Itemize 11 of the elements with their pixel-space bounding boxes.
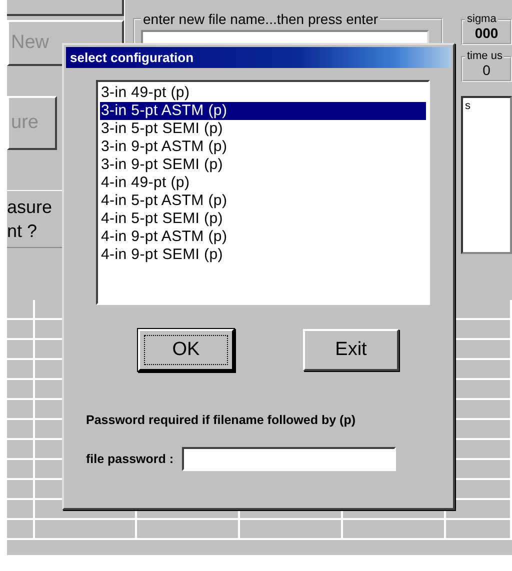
time-value: 0	[482, 62, 492, 78]
dialog-title: select configuration	[70, 50, 194, 65]
panel-text: s	[465, 100, 470, 112]
group-label: time us	[467, 50, 502, 62]
password-label: file password :	[86, 452, 174, 466]
prompt-text: asure	[7, 196, 52, 219]
password-note: Password required if filename followed by (p)	[86, 413, 356, 427]
sigma-value: 000	[474, 25, 500, 41]
group-label: sigma	[467, 13, 496, 25]
prompt-text: nt ?	[7, 220, 38, 243]
group-label: enter new file name...then press enter	[143, 11, 378, 27]
